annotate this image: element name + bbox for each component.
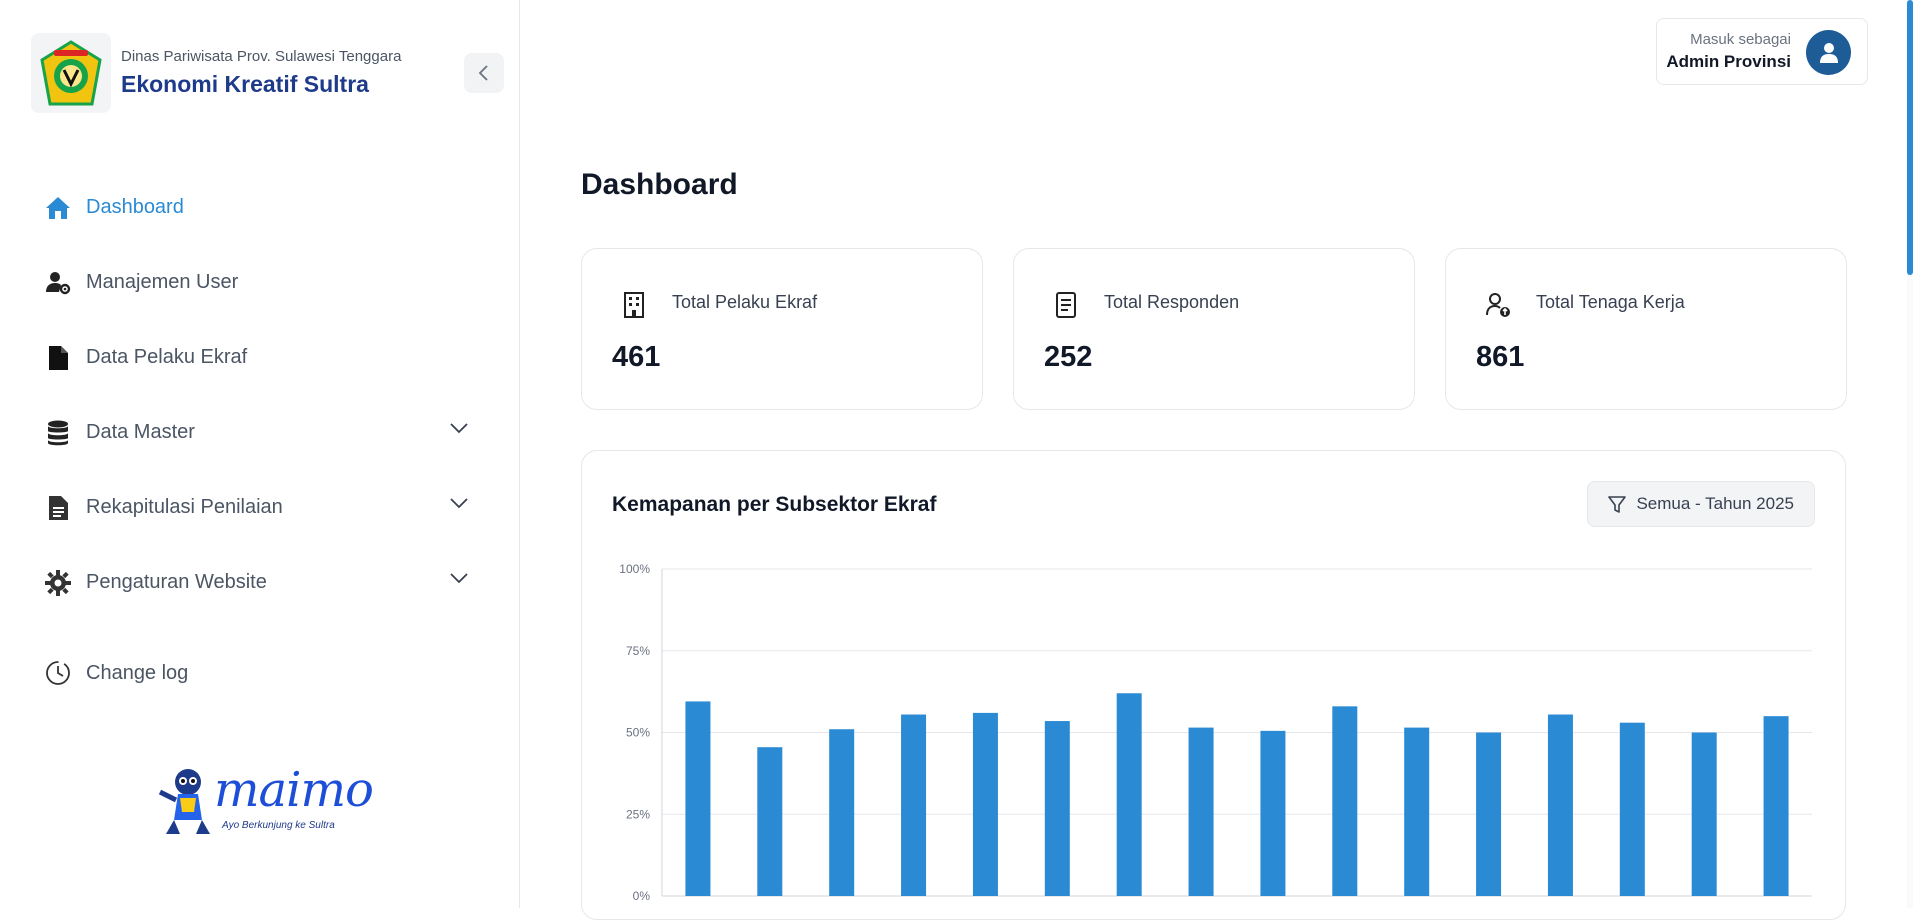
- sidebar-item-dashboard[interactable]: Dashboard: [44, 170, 474, 245]
- stat-label: Total Pelaku Ekraf: [672, 292, 818, 312]
- sidebar-item-data-master[interactable]: Data Master: [44, 395, 474, 470]
- document-icon: [44, 494, 72, 522]
- sidebar-item-rekapitulasi-penilaian[interactable]: Rekapitulasi Penilaian: [44, 470, 474, 545]
- chart-bar: [1332, 706, 1358, 896]
- stat-card-total-tenaga-kerja: Total Tenaga Kerja 861: [1445, 248, 1847, 410]
- file-icon: [44, 344, 72, 372]
- chart-bar: [1691, 732, 1717, 896]
- user-role-label: Masuk sebagai: [1690, 31, 1791, 48]
- filter-button[interactable]: Semua - Tahun 2025: [1587, 481, 1815, 527]
- sidebar-item-label: Data Pelaku Ekraf: [86, 346, 248, 368]
- chevron-down-icon: [450, 498, 468, 509]
- scrollbar[interactable]: [1907, 0, 1913, 908]
- filter-label: Semua - Tahun 2025: [1636, 494, 1794, 513]
- chart-bar: [1044, 721, 1070, 896]
- chart-bar: [1260, 730, 1286, 896]
- stat-value: 252: [1044, 341, 1093, 373]
- changelog-label: Change log: [86, 661, 189, 684]
- stat-card-total-responden: Total Responden 252: [1013, 248, 1415, 410]
- sidebar-item-manajemen-user[interactable]: Manajemen User: [44, 245, 474, 320]
- chart-bar: [1547, 714, 1573, 896]
- chart-bar: [1116, 693, 1142, 896]
- chart-bar: [1404, 727, 1430, 896]
- page-title: Dashboard: [581, 168, 738, 201]
- chevron-down-icon: [450, 573, 468, 584]
- maimo-wordmark: maimo: [214, 762, 374, 818]
- chart-title: Kemapanan per Subsektor Ekraf: [612, 493, 937, 516]
- chart-bar: [685, 701, 711, 896]
- user-gear-icon: [44, 269, 72, 297]
- y-tick-label: 100%: [619, 562, 650, 576]
- chart-bar: [829, 729, 855, 896]
- filter-icon: [1608, 496, 1627, 513]
- clock-icon: [44, 659, 72, 687]
- brand: Dinas Pariwisata Prov. Sulawesi Tenggara…: [31, 33, 401, 113]
- user-menu[interactable]: Masuk sebagai Admin Provinsi: [1656, 18, 1868, 85]
- province-logo: [31, 33, 111, 113]
- home-icon: [44, 194, 72, 222]
- document-icon: [1052, 291, 1080, 319]
- chart-card: 0% 25% 50% 75% 100% Kemapanan per Subsektor …: [581, 450, 1846, 920]
- chart-bar: [1188, 727, 1214, 896]
- chart-bar: [1619, 722, 1645, 896]
- sidebar-item-label: Dashboard: [86, 196, 184, 218]
- stat-card-total-pelaku-ekraf: Total Pelaku Ekraf 461: [581, 248, 983, 410]
- avatar[interactable]: [1806, 30, 1851, 75]
- sidebar-nav: Dashboard Manajemen User Data Pelaku Ekr…: [44, 170, 474, 620]
- building-icon: [620, 291, 648, 319]
- stat-label: Total Tenaga Kerja: [1536, 292, 1685, 312]
- y-tick-label: 25%: [626, 807, 650, 821]
- brand-title: Ekonomi Kreatif Sultra: [121, 71, 369, 97]
- maimo-mascot-logo: maimo Ayo Berkunjung ke Sultra: [152, 762, 374, 840]
- chart-bar: [972, 712, 998, 896]
- sidebar-item-data-pelaku-ekraf[interactable]: Data Pelaku Ekraf: [44, 320, 474, 395]
- chart-bar: [1763, 716, 1789, 896]
- user-name: Admin Provinsi: [1666, 52, 1791, 71]
- sidebar-item-label: Data Master: [86, 421, 195, 443]
- sidebar-item-label: Rekapitulasi Penilaian: [86, 496, 283, 518]
- brand-subtitle: Dinas Pariwisata Prov. Sulawesi Tenggara: [121, 48, 402, 65]
- user-icon: [1819, 42, 1838, 63]
- chart-bar: [1476, 732, 1502, 896]
- chart-bar: [757, 747, 783, 896]
- database-icon: [44, 419, 72, 447]
- scrollbar-thumb[interactable]: [1907, 0, 1913, 275]
- main-content: Masuk sebagai Admin Provinsi Dashboard T…: [521, 0, 1913, 920]
- user-badge-icon: [1484, 291, 1512, 319]
- gear-icon: [44, 569, 72, 597]
- collapse-sidebar-button[interactable]: [464, 53, 504, 93]
- sidebar: Dinas Pariwisata Prov. Sulawesi Tenggara…: [0, 0, 520, 908]
- maimo-tagline: Ayo Berkunjung ke Sultra: [222, 820, 335, 831]
- chevron-left-icon: [478, 65, 488, 81]
- y-tick-label: 0%: [633, 889, 651, 903]
- chart-bar: [901, 714, 927, 896]
- sidebar-item-label: Manajemen User: [86, 271, 239, 293]
- y-tick-label: 75%: [626, 644, 650, 658]
- stat-value: 861: [1476, 341, 1525, 373]
- chevron-down-icon: [450, 423, 468, 434]
- changelog-link[interactable]: Change log: [44, 655, 188, 691]
- sidebar-item-pengaturan-website[interactable]: Pengaturan Website: [44, 545, 474, 620]
- y-tick-label: 50%: [626, 726, 650, 740]
- stat-value: 461: [612, 341, 661, 373]
- sidebar-item-label: Pengaturan Website: [86, 571, 267, 593]
- stat-label: Total Responden: [1104, 292, 1240, 312]
